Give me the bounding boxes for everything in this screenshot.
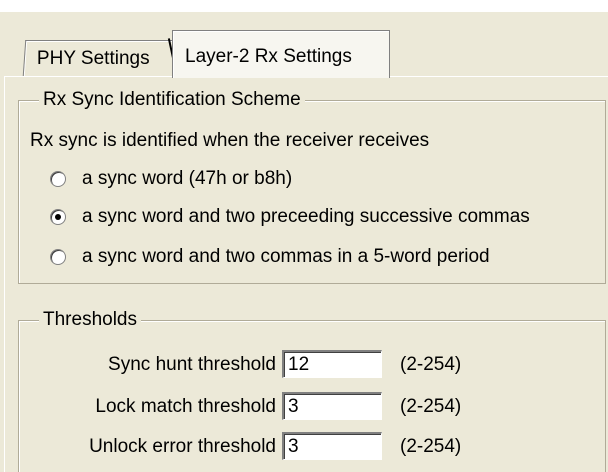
radio-button[interactable] bbox=[50, 171, 66, 187]
window-top-edge bbox=[0, 0, 608, 12]
radio-option-sync-word[interactable]: a sync word (47h or b8h) bbox=[50, 168, 292, 190]
radio-option-preceeding-commas[interactable]: a sync word and two preceeding successiv… bbox=[50, 206, 530, 228]
tab-phy-settings[interactable]: PHY Settings bbox=[22, 40, 174, 76]
tab-layer2-rx-settings[interactable]: Layer-2 Rx Settings bbox=[172, 30, 390, 78]
lock-match-threshold-range: (2-254) bbox=[400, 396, 462, 417]
unlock-error-threshold-row: Unlock error threshold (2-254) bbox=[0, 432, 608, 462]
radio-label[interactable]: a sync word and two preceeding successiv… bbox=[82, 206, 530, 228]
radio-button[interactable] bbox=[50, 249, 66, 265]
lock-match-threshold-input[interactable] bbox=[282, 392, 382, 420]
unlock-error-threshold-label: Unlock error threshold bbox=[89, 436, 276, 457]
unlock-error-threshold-range: (2-254) bbox=[400, 436, 462, 457]
radio-option-5-word-period[interactable]: a sync word and two commas in a 5-word p… bbox=[50, 246, 490, 268]
radio-label[interactable]: a sync word (47h or b8h) bbox=[82, 168, 292, 190]
lock-match-threshold-label: Lock match threshold bbox=[95, 396, 276, 417]
thresholds-group-legend: Thresholds bbox=[39, 309, 141, 331]
rx-sync-group-legend: Rx Sync Identification Scheme bbox=[39, 89, 305, 111]
radio-button-selected[interactable] bbox=[50, 209, 66, 225]
unlock-error-threshold-input[interactable] bbox=[282, 432, 382, 460]
tab-layer2-rx-settings-label: Layer-2 Rx Settings bbox=[185, 45, 352, 67]
lock-match-threshold-row: Lock match threshold (2-254) bbox=[0, 392, 608, 422]
rx-sync-intro: Rx sync is identified when the receiver … bbox=[30, 130, 430, 151]
tab-phy-settings-label: PHY Settings bbox=[36, 47, 150, 69]
sync-hunt-threshold-row: Sync hunt threshold (2-254) bbox=[0, 350, 608, 380]
sync-hunt-threshold-input[interactable] bbox=[282, 350, 382, 378]
sync-hunt-threshold-range: (2-254) bbox=[400, 354, 462, 375]
sync-hunt-threshold-label: Sync hunt threshold bbox=[108, 354, 276, 375]
radio-label[interactable]: a sync word and two commas in a 5-word p… bbox=[82, 246, 490, 268]
